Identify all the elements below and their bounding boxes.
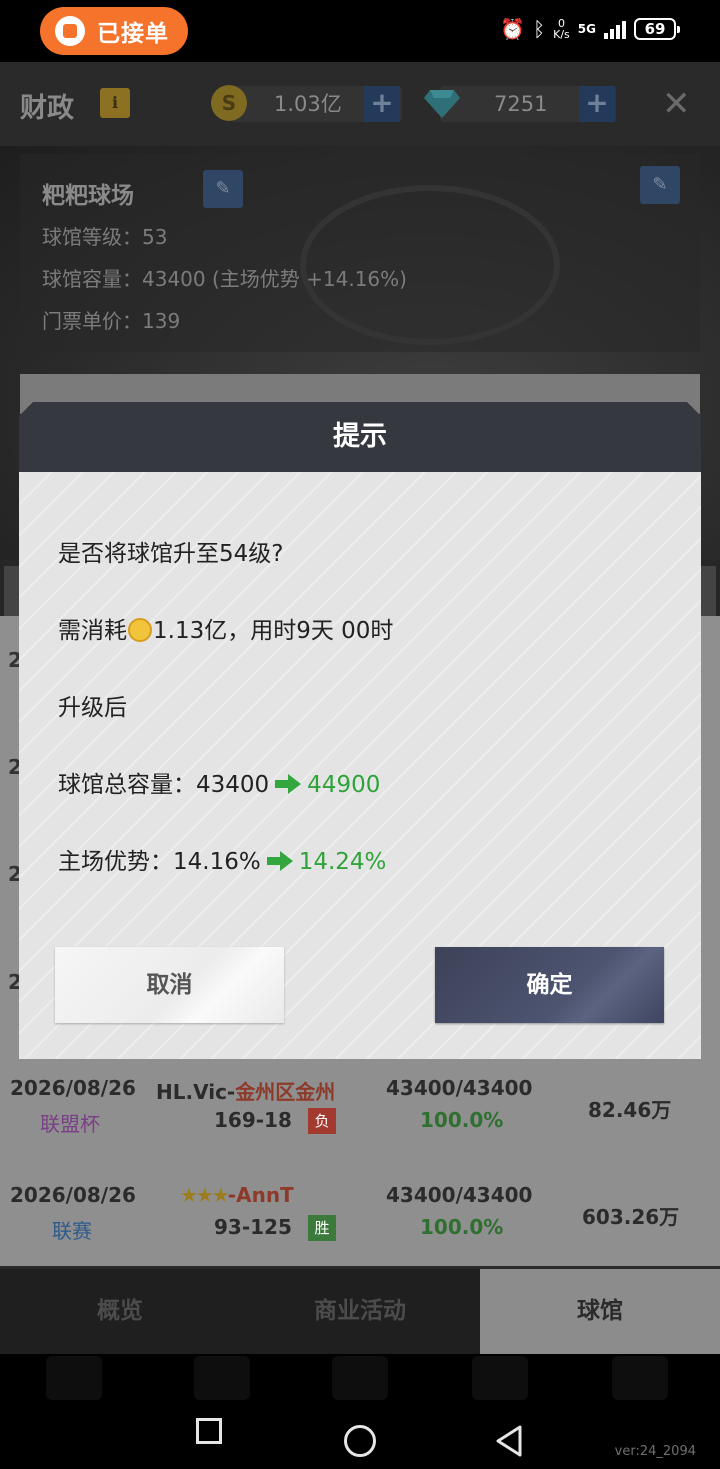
back-button[interactable]	[494, 1424, 526, 1458]
dock-icon	[612, 1356, 668, 1400]
venue-name: 粑粑球场	[42, 183, 134, 209]
tab-overview[interactable]: 概览	[0, 1269, 240, 1354]
opponent: HL.Vic-金州区金州	[156, 1080, 336, 1104]
arrow-right-icon	[266, 851, 293, 871]
match-date: 2026/08/26	[10, 1183, 136, 1207]
order-status-pill[interactable]: 已接单	[40, 7, 188, 55]
capacity-change: 球馆总容量：43400 44900	[58, 772, 381, 798]
right-edge-strip	[700, 566, 716, 616]
arrow-right-icon	[275, 774, 302, 794]
star-rating-icon: ★★★	[180, 1183, 230, 1207]
home-button[interactable]	[344, 1425, 376, 1457]
system-icons: ⏰ ᛒ 0 K/s 5G 69	[500, 17, 680, 41]
confirm-button[interactable]: 确定	[435, 947, 664, 1023]
match-score: 169-18	[214, 1108, 292, 1132]
bottom-tab-bar: 概览 商业活动 球馆	[0, 1269, 720, 1354]
diamond-icon	[424, 90, 460, 118]
version-label: ver:24_2094	[614, 1444, 696, 1459]
left-edge-strip	[4, 566, 20, 616]
match-score: 93-125	[214, 1215, 292, 1239]
close-icon[interactable]: ✕	[662, 84, 691, 124]
attendance: 43400/43400	[386, 1183, 533, 1207]
info-icon[interactable]: i	[100, 88, 130, 118]
attendance: 43400/43400	[386, 1076, 533, 1100]
match-type: 联盟杯	[40, 1112, 100, 1136]
dock-icon	[332, 1356, 388, 1400]
status-bar: 已接单 ⏰ ᛒ 0 K/s 5G 69	[0, 0, 720, 62]
advantage-change: 主场优势：14.16% 14.24%	[58, 849, 387, 875]
coin-icon: S	[211, 85, 247, 121]
coin-icon	[128, 618, 152, 642]
venue-capacity: 球馆容量：43400 (主场优势 +14.16%)	[42, 267, 407, 291]
result-badge: 胜	[308, 1215, 336, 1241]
bluetooth-icon: ᛒ	[533, 17, 546, 41]
match-type: 联赛	[52, 1219, 92, 1243]
add-gems-button[interactable]: +	[579, 86, 615, 122]
attendance-percent: 100.0%	[420, 1108, 504, 1132]
page-title: 财政	[20, 93, 74, 124]
revenue: 82.46万	[588, 1098, 672, 1122]
palette-icon[interactable]: ✎	[640, 166, 680, 204]
dock-icon	[472, 1356, 528, 1400]
upgrade-question: 是否将球馆升至54级?	[58, 541, 284, 567]
match-date: 2026/08/26	[10, 1076, 136, 1100]
after-upgrade-label: 升级后	[58, 695, 127, 721]
battery-icon: 69	[634, 18, 680, 40]
opponent: ★★★-AnnT	[180, 1183, 294, 1207]
add-coins-button[interactable]: +	[364, 86, 400, 122]
network-type: 5G	[577, 22, 596, 36]
dock-icon	[194, 1356, 250, 1400]
confirm-dialog: 提示 是否将球馆升至54级? 需消耗 1.13亿，用时9天 00时 升级后 球馆总…	[19, 402, 701, 1059]
table-row[interactable]: 2026/08/26 联盟杯 HL.Vic-金州区金州 169-18 负 434…	[0, 1076, 720, 1176]
upgrade-cost: 需消耗 1.13亿，用时9天 00时	[58, 618, 394, 644]
venue-ticket-price: 门票单价：139	[42, 309, 181, 333]
pencil-icon[interactable]: ✎	[203, 170, 243, 208]
order-status-label: 已接单	[97, 21, 169, 47]
result-badge: 负	[308, 1108, 336, 1134]
table-row[interactable]: 2026/08/26 联赛 ★★★-AnnT 93-125 胜 43400/43…	[0, 1183, 720, 1283]
cancel-button[interactable]: 取消	[55, 947, 284, 1023]
attendance-percent: 100.0%	[420, 1215, 504, 1239]
venue-level: 球馆等级：53	[42, 225, 168, 249]
order-app-icon	[55, 16, 85, 46]
recent-apps-button[interactable]	[196, 1418, 222, 1444]
net-speed: 0 K/s	[553, 17, 570, 41]
signal-icon	[604, 19, 626, 39]
tab-arena[interactable]: 球馆	[480, 1269, 720, 1354]
dialog-title: 提示	[333, 421, 387, 452]
alarm-icon: ⏰	[500, 17, 526, 41]
tab-business[interactable]: 商业活动	[240, 1269, 480, 1354]
dock-icon	[46, 1356, 102, 1400]
revenue: 603.26万	[582, 1205, 680, 1229]
